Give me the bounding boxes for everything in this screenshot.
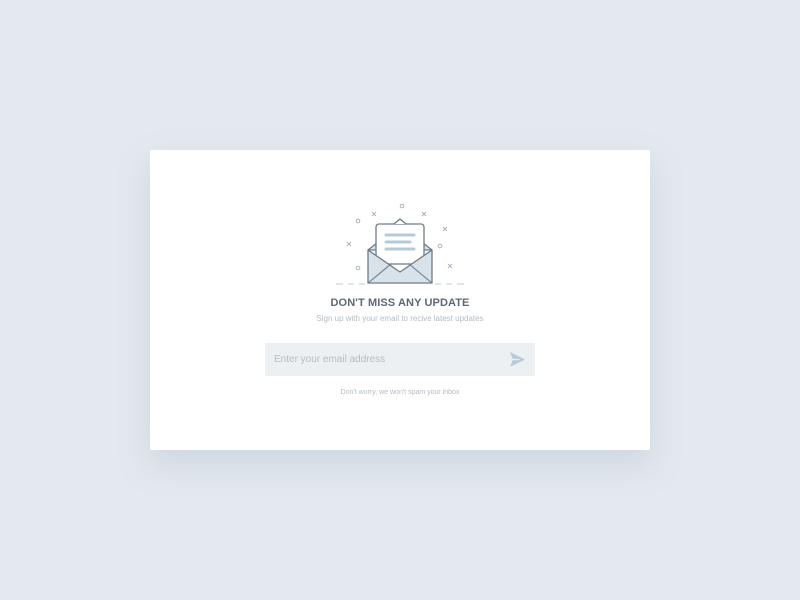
open-envelope-icon [336, 203, 464, 285]
send-button[interactable] [507, 350, 527, 369]
email-input[interactable] [265, 343, 491, 376]
email-signup-form [265, 343, 535, 376]
newsletter-card: DON'T MISS ANY UPDATE Sign up with your … [150, 150, 650, 450]
spam-disclaimer: Don't worry, we won't spam your inbox [340, 389, 460, 396]
paper-plane-icon [510, 352, 525, 367]
newsletter-subtitle: Sign up with your email to recive latest… [316, 314, 484, 323]
newsletter-title: DON'T MISS ANY UPDATE [330, 297, 470, 309]
